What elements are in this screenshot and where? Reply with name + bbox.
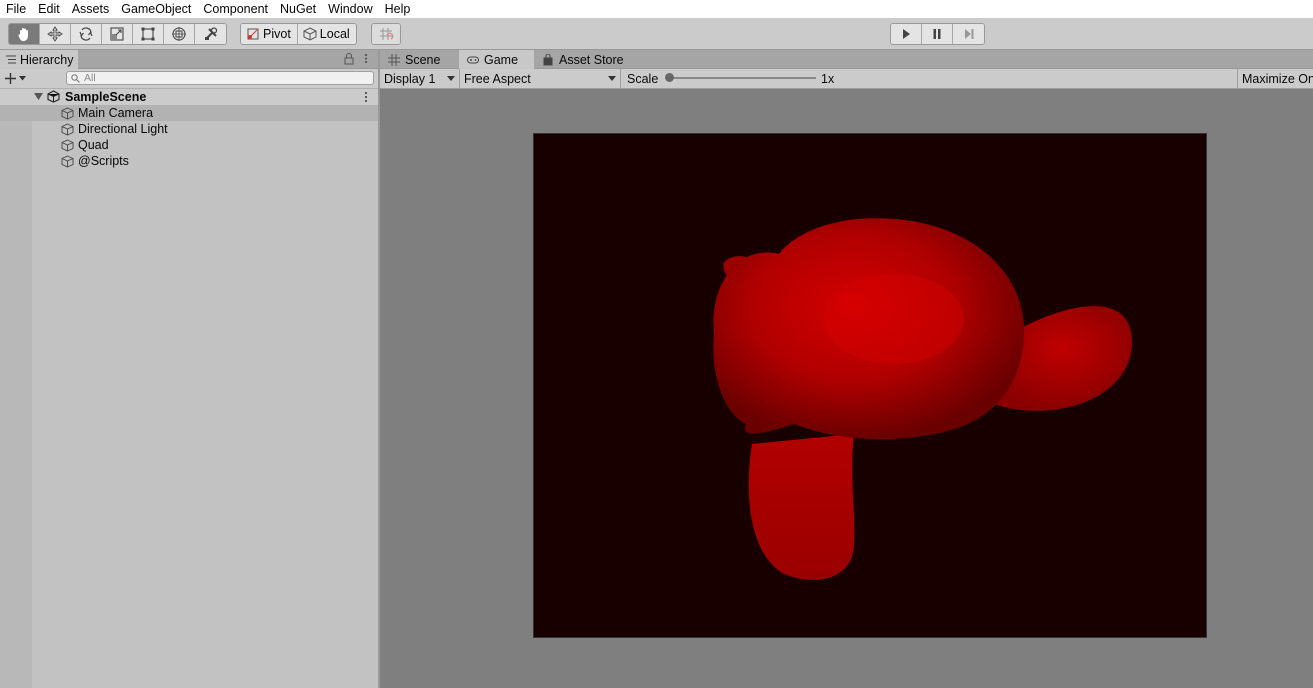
grid-snap-button[interactable] bbox=[372, 24, 400, 44]
menu-window[interactable]: Window bbox=[322, 0, 378, 18]
expand-arrow-icon[interactable] bbox=[34, 93, 43, 101]
hierarchy-item-label: @Scripts bbox=[78, 154, 129, 168]
chevron-down-icon bbox=[608, 76, 616, 81]
scale-label: Scale bbox=[627, 71, 659, 86]
chevron-down-icon bbox=[19, 76, 26, 81]
local-label: Local bbox=[319, 27, 350, 41]
rotate-icon bbox=[79, 27, 93, 41]
gameobject-cube-icon bbox=[61, 107, 74, 119]
list-icon bbox=[6, 55, 16, 64]
local-toggle[interactable]: Local bbox=[297, 24, 356, 44]
pivot-controls: Pivot Local bbox=[240, 23, 357, 45]
menu-bar: File Edit Assets GameObject Component Nu… bbox=[0, 0, 1313, 18]
gamepad-icon bbox=[467, 56, 479, 63]
hierarchy-item-label: Directional Light bbox=[78, 122, 168, 136]
menu-nuget[interactable]: NuGet bbox=[274, 0, 322, 18]
scene-menu-icon[interactable] bbox=[360, 91, 372, 103]
hierarchy-item-label: Main Camera bbox=[78, 106, 154, 120]
gameobject-cube-icon bbox=[61, 155, 74, 167]
display-dropdown[interactable]: Display 1 bbox=[380, 69, 460, 88]
pivot-icon bbox=[247, 28, 259, 40]
gameobject-cube-icon bbox=[61, 139, 74, 151]
menu-assets[interactable]: Assets bbox=[66, 0, 116, 18]
maximize-label: Maximize On bbox=[1242, 71, 1313, 86]
grid-snap-group bbox=[371, 23, 401, 45]
rotate-tool-button[interactable] bbox=[71, 24, 102, 44]
tab-scene[interactable]: Scene bbox=[380, 50, 459, 69]
tab-game-label: Game bbox=[484, 52, 519, 67]
pause-icon bbox=[933, 29, 941, 39]
hierarchy-item-scripts[interactable]: @Scripts bbox=[0, 153, 378, 169]
game-viewport[interactable] bbox=[533, 133, 1207, 638]
transform-tool-button[interactable] bbox=[164, 24, 195, 44]
scale-slider-track[interactable] bbox=[670, 77, 816, 79]
game-panel-tabbar: Scene Game Asset Store bbox=[380, 50, 1313, 69]
tab-asset-store[interactable]: Asset Store bbox=[534, 50, 634, 69]
search-placeholder: All bbox=[84, 72, 96, 84]
tab-scene-label: Scene bbox=[405, 52, 441, 67]
hierarchy-item-directional-light[interactable]: Directional Light bbox=[0, 121, 378, 137]
scene-row[interactable]: SampleScene bbox=[0, 89, 378, 105]
hierarchy-tab-label: Hierarchy bbox=[20, 52, 74, 67]
menu-component[interactable]: Component bbox=[197, 0, 274, 18]
aspect-label: Free Aspect bbox=[464, 71, 531, 86]
rect-icon bbox=[141, 27, 155, 41]
transform-icon bbox=[172, 27, 186, 41]
tab-hierarchy[interactable]: Hierarchy bbox=[0, 50, 78, 69]
lock-icon[interactable] bbox=[343, 52, 355, 65]
menu-gameobject[interactable]: GameObject bbox=[115, 0, 197, 18]
rendered-monkey-head bbox=[713, 218, 1133, 580]
transform-tools bbox=[8, 23, 227, 45]
hierarchy-item-label: Quad bbox=[78, 138, 109, 152]
hierarchy-tree: SampleScene Main Camera Directional Ligh… bbox=[0, 89, 378, 688]
grid-icon bbox=[388, 53, 400, 66]
unity-scene-icon bbox=[47, 90, 60, 103]
tab-asset-store-label: Asset Store bbox=[559, 52, 624, 67]
create-dropdown-button[interactable] bbox=[4, 71, 34, 86]
scale-value: 1x bbox=[821, 71, 835, 86]
tools-icon bbox=[204, 27, 217, 40]
plus-icon bbox=[5, 73, 16, 84]
search-icon bbox=[71, 73, 80, 83]
scale-slider-thumb[interactable] bbox=[665, 73, 674, 82]
hierarchy-item-main-camera[interactable]: Main Camera bbox=[0, 105, 378, 121]
step-icon bbox=[964, 29, 973, 39]
hierarchy-search-bar: All bbox=[0, 69, 378, 89]
play-controls bbox=[890, 23, 985, 45]
scale-icon bbox=[110, 27, 124, 41]
hierarchy-tabbar: Hierarchy bbox=[0, 50, 378, 69]
pivot-label: Pivot bbox=[263, 27, 291, 41]
menu-file[interactable]: File bbox=[0, 0, 32, 18]
move-icon bbox=[47, 26, 63, 42]
scene-name: SampleScene bbox=[65, 90, 147, 104]
step-button[interactable] bbox=[953, 24, 984, 44]
maximize-on-play-toggle[interactable]: Maximize On bbox=[1237, 69, 1313, 88]
menu-edit[interactable]: Edit bbox=[32, 0, 66, 18]
aspect-dropdown[interactable]: Free Aspect bbox=[460, 69, 621, 88]
hierarchy-item-quad[interactable]: Quad bbox=[0, 137, 378, 153]
pivot-toggle[interactable]: Pivot bbox=[241, 24, 298, 44]
main-toolbar: Pivot Local bbox=[0, 18, 1313, 50]
local-cube-icon bbox=[303, 27, 317, 41]
hierarchy-search-input[interactable]: All bbox=[66, 71, 374, 85]
game-toolbar: Display 1 Free Aspect Scale 1x Maximize … bbox=[380, 69, 1313, 89]
kebab-menu-icon[interactable] bbox=[360, 52, 372, 65]
tab-game[interactable]: Game bbox=[459, 50, 534, 69]
chevron-down-icon bbox=[447, 76, 455, 81]
play-button[interactable] bbox=[891, 24, 922, 44]
pause-button[interactable] bbox=[922, 24, 953, 44]
display-label: Display 1 bbox=[384, 71, 436, 86]
shopping-bag-icon bbox=[543, 53, 553, 65]
menu-help[interactable]: Help bbox=[379, 0, 417, 18]
grid-snap-icon bbox=[380, 28, 394, 40]
scale-tool-button[interactable] bbox=[102, 24, 133, 44]
rect-tool-button[interactable] bbox=[133, 24, 164, 44]
play-icon bbox=[903, 29, 910, 39]
hand-tool-button[interactable] bbox=[9, 24, 40, 44]
gameobject-cube-icon bbox=[61, 123, 74, 135]
hierarchy-gutter bbox=[0, 89, 32, 688]
custom-tool-button[interactable] bbox=[195, 24, 226, 44]
move-tool-button[interactable] bbox=[40, 24, 71, 44]
hand-icon bbox=[18, 28, 28, 41]
